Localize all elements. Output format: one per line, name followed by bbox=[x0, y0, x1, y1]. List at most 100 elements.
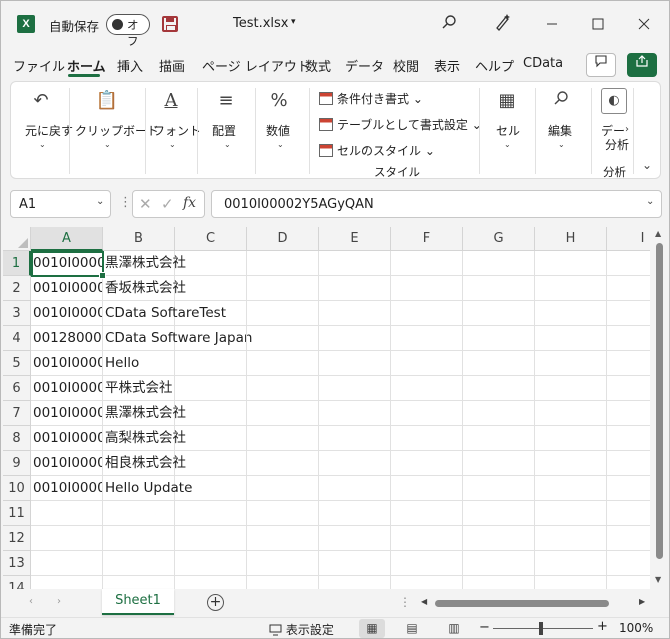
zoom-slider-knob[interactable] bbox=[539, 622, 543, 635]
horizontal-scrollbar[interactable]: ◀ ▶ bbox=[421, 596, 649, 610]
cell-f7[interactable] bbox=[391, 401, 463, 426]
cell-e4[interactable] bbox=[319, 326, 391, 351]
cell-i2[interactable] bbox=[607, 276, 650, 301]
cell-d10[interactable] bbox=[247, 476, 319, 501]
cell-i3[interactable] bbox=[607, 301, 650, 326]
formula-input[interactable]: 0010I00002Y5AGyQAN bbox=[211, 190, 662, 218]
cell-i4[interactable] bbox=[607, 326, 650, 351]
search-icon[interactable] bbox=[549, 90, 573, 111]
cell-h3[interactable] bbox=[535, 301, 607, 326]
cell-b6[interactable]: 平株式会社 bbox=[103, 376, 175, 401]
tab-page-layout[interactable]: ページ レイアウト bbox=[202, 56, 310, 75]
cell-b13[interactable] bbox=[103, 551, 175, 576]
cell-b2[interactable]: 香坂株式会社 bbox=[103, 276, 186, 301]
cell-d1[interactable] bbox=[247, 251, 319, 276]
row-header[interactable]: 9 bbox=[3, 451, 31, 476]
row-header[interactable]: 2 bbox=[3, 276, 31, 301]
scroll-thumb[interactable] bbox=[656, 243, 663, 559]
cell-d14[interactable] bbox=[247, 576, 319, 589]
cell-g1[interactable] bbox=[463, 251, 535, 276]
enter-icon[interactable]: ✓ bbox=[161, 195, 174, 213]
clipboard-icon[interactable]: 📋 bbox=[95, 90, 119, 111]
analyze-data-icon[interactable]: ◐ bbox=[601, 88, 627, 114]
add-sheet-icon[interactable]: + bbox=[207, 594, 224, 611]
cell-g6[interactable] bbox=[463, 376, 535, 401]
cell-e10[interactable] bbox=[319, 476, 391, 501]
cell-h13[interactable] bbox=[535, 551, 607, 576]
row-header[interactable]: 5 bbox=[3, 351, 31, 376]
cell-f11[interactable] bbox=[391, 501, 463, 526]
cell-h6[interactable] bbox=[535, 376, 607, 401]
cell-h12[interactable] bbox=[535, 526, 607, 551]
cell-a6[interactable]: 0010I00002Y5AH2QAN bbox=[31, 376, 103, 401]
font-label[interactable]: フォント bbox=[153, 122, 201, 139]
cell-d8[interactable] bbox=[247, 426, 319, 451]
cell-f8[interactable] bbox=[391, 426, 463, 451]
column-header-b[interactable]: B bbox=[103, 227, 175, 251]
cell-b10[interactable]: Hello Update bbox=[103, 476, 192, 501]
cell-g7[interactable] bbox=[463, 401, 535, 426]
cell-i14[interactable] bbox=[607, 576, 650, 589]
chevron-down-icon[interactable]: ⌄ bbox=[96, 196, 104, 207]
cell-a13[interactable] bbox=[31, 551, 103, 576]
cell-f3[interactable] bbox=[391, 301, 463, 326]
cell-c11[interactable] bbox=[175, 501, 247, 526]
tab-data[interactable]: データ bbox=[345, 56, 384, 75]
column-header-i[interactable]: I bbox=[607, 227, 650, 251]
cell-c13[interactable] bbox=[175, 551, 247, 576]
chevron-down-icon[interactable]: ⌄ bbox=[277, 140, 284, 149]
cell-e11[interactable] bbox=[319, 501, 391, 526]
tab-formulas[interactable]: 数式 bbox=[305, 56, 331, 75]
cell-g5[interactable] bbox=[463, 351, 535, 376]
cell-i13[interactable] bbox=[607, 551, 650, 576]
cell-e1[interactable] bbox=[319, 251, 391, 276]
cell-g4[interactable] bbox=[463, 326, 535, 351]
cell-f10[interactable] bbox=[391, 476, 463, 501]
maximize-icon[interactable] bbox=[586, 13, 610, 37]
cell-d13[interactable] bbox=[247, 551, 319, 576]
cell-d2[interactable] bbox=[247, 276, 319, 301]
cell-f9[interactable] bbox=[391, 451, 463, 476]
cell-f5[interactable] bbox=[391, 351, 463, 376]
vertical-scrollbar[interactable]: ▲ ▼ bbox=[652, 227, 667, 589]
comments-button[interactable] bbox=[586, 53, 616, 77]
cell-i9[interactable] bbox=[607, 451, 650, 476]
cell-e14[interactable] bbox=[319, 576, 391, 589]
cell-f4[interactable] bbox=[391, 326, 463, 351]
cell-g3[interactable] bbox=[463, 301, 535, 326]
cell-g2[interactable] bbox=[463, 276, 535, 301]
alignment-label[interactable]: 配置 bbox=[212, 122, 236, 139]
cell-h1[interactable] bbox=[535, 251, 607, 276]
page-break-view-icon[interactable]: ▥ bbox=[441, 619, 467, 638]
cell-e9[interactable] bbox=[319, 451, 391, 476]
scroll-right-icon[interactable]: ▶ bbox=[639, 597, 645, 606]
cell-i10[interactable] bbox=[607, 476, 650, 501]
tab-file[interactable]: ファイル bbox=[13, 56, 65, 75]
cell-e12[interactable] bbox=[319, 526, 391, 551]
row-header[interactable]: 12 bbox=[3, 526, 31, 551]
tab-draw[interactable]: 描画 bbox=[159, 56, 185, 75]
cell-f1[interactable] bbox=[391, 251, 463, 276]
chevron-down-icon[interactable]: ⌄ bbox=[224, 140, 231, 149]
cell-h4[interactable] bbox=[535, 326, 607, 351]
sheet-tab-sheet1[interactable]: Sheet1 bbox=[102, 589, 174, 615]
cell-e8[interactable] bbox=[319, 426, 391, 451]
chevron-down-icon[interactable]: ⌄ bbox=[169, 140, 176, 149]
select-all-corner[interactable] bbox=[3, 227, 31, 251]
more-options-icon[interactable]: ⋮ bbox=[119, 195, 132, 210]
cell-e2[interactable] bbox=[319, 276, 391, 301]
cell-d7[interactable] bbox=[247, 401, 319, 426]
column-header-a[interactable]: A bbox=[31, 227, 103, 251]
editing-label[interactable]: 編集 bbox=[548, 122, 572, 139]
cell-b8[interactable]: 高梨株式会社 bbox=[103, 426, 186, 451]
zoom-slider[interactable] bbox=[493, 628, 593, 629]
cell-c4[interactable] bbox=[175, 326, 247, 351]
percent-icon[interactable]: % bbox=[267, 90, 291, 111]
next-sheet-icon[interactable]: › bbox=[57, 596, 61, 607]
cell-b12[interactable] bbox=[103, 526, 175, 551]
cell-g10[interactable] bbox=[463, 476, 535, 501]
cell-b11[interactable] bbox=[103, 501, 175, 526]
minimize-icon[interactable] bbox=[540, 13, 564, 37]
cell-c7[interactable] bbox=[175, 401, 247, 426]
cell-b4[interactable]: CData Software Japan bbox=[103, 326, 252, 351]
